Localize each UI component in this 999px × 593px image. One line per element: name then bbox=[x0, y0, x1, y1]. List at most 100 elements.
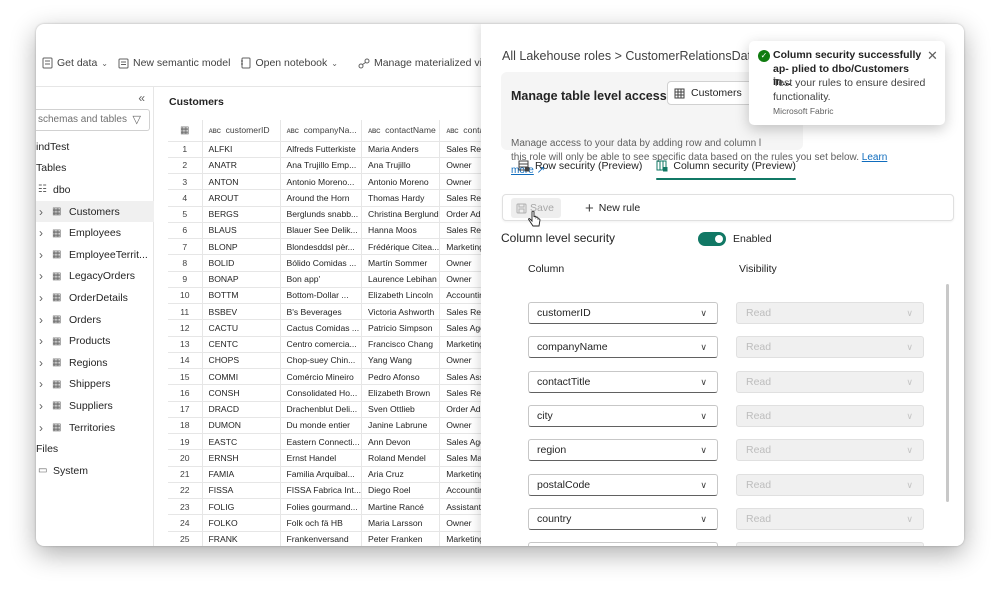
chevron-right-icon[interactable]: › bbox=[39, 269, 43, 283]
column-rule-row: contactTitle ∨ Read ∨ bbox=[502, 358, 947, 393]
tree-item[interactable]: › ▦ Regions bbox=[36, 352, 154, 374]
chevron-right-icon[interactable]: › bbox=[39, 226, 43, 240]
chevron-down-icon: ∨ bbox=[700, 342, 707, 353]
collapse-pane-icon[interactable]: « bbox=[138, 91, 145, 105]
new-semantic-model-button[interactable]: New semantic model bbox=[118, 57, 230, 69]
tree-item[interactable]: ▭ System bbox=[36, 460, 154, 482]
tree-item[interactable]: indTest bbox=[36, 136, 154, 158]
tree-item[interactable]: › ▦ LegacyOrders bbox=[36, 266, 154, 288]
notebook-icon bbox=[241, 57, 251, 69]
table-cell: Francisco Chang bbox=[361, 336, 441, 353]
table-cell: DRACD bbox=[202, 401, 281, 418]
chevron-right-icon[interactable]: › bbox=[39, 399, 43, 413]
table-cell: Centro comercia... bbox=[280, 336, 363, 353]
tab-column-security[interactable]: Column security (Preview) bbox=[656, 155, 796, 180]
row-number: 5 bbox=[168, 206, 203, 223]
filter-input[interactable]: schemas and tables ▽ bbox=[36, 109, 150, 131]
close-icon[interactable]: ✕ bbox=[927, 48, 938, 64]
column-select[interactable]: contactTitle ∨ bbox=[528, 370, 718, 393]
visibility-select[interactable]: Read∨ bbox=[736, 336, 924, 359]
table-cell: DUMON bbox=[202, 417, 281, 435]
column-header[interactable]: ABC companyNa... bbox=[280, 120, 363, 142]
column-header[interactable]: ABC contactName bbox=[361, 120, 441, 142]
open-notebook-button[interactable]: Open notebook ⌄ bbox=[240, 57, 338, 69]
tree-item[interactable]: › ▦ Territories bbox=[36, 417, 154, 439]
table-cell: Elizabeth Brown bbox=[361, 384, 441, 402]
tree-item-label: Tables bbox=[36, 162, 67, 175]
tree-item-label: Products bbox=[69, 335, 111, 348]
chevron-right-icon[interactable]: › bbox=[39, 205, 43, 219]
column-select[interactable]: companyName ∨ bbox=[528, 336, 718, 359]
materialized-views-icon bbox=[358, 58, 370, 68]
tree-item[interactable]: › ▦ Orders bbox=[36, 309, 154, 331]
table-cell: Folies gourmand... bbox=[280, 498, 363, 516]
chevron-right-icon[interactable]: › bbox=[39, 356, 43, 370]
column-select[interactable]: phone∨ bbox=[528, 542, 718, 546]
column-header[interactable]: ABC customerID bbox=[202, 120, 281, 142]
table-row: 20 ERNSH Ernst Handel Roland Mendel Sales Ma… bbox=[168, 449, 501, 467]
column-select[interactable]: postalCode ∨ bbox=[528, 473, 718, 496]
enabled-toggle[interactable] bbox=[698, 232, 726, 246]
table-row: 19 EASTC Eastern Connecti... Ann Devon Sales… bbox=[168, 433, 501, 451]
tree-item[interactable]: › ▦ OrderDetails bbox=[36, 287, 154, 309]
table-row: 17 DRACD Drachenblut Deli... Sven Ottlieb Or… bbox=[168, 401, 501, 418]
chevron-right-icon[interactable]: › bbox=[39, 291, 43, 305]
open-notebook-label: Open notebook bbox=[255, 57, 328, 69]
visibility-select[interactable]: Read∨ bbox=[736, 473, 924, 496]
table-cell: BLONP bbox=[202, 238, 281, 256]
chevron-right-icon[interactable]: › bbox=[39, 313, 43, 327]
filter-icon[interactable]: ▽ bbox=[133, 110, 141, 130]
tree-item[interactable]: › ▦ EmployeeTerrit... bbox=[36, 244, 154, 266]
new-rule-button[interactable]: + New rule bbox=[585, 198, 640, 218]
table-icon: ▦ bbox=[52, 400, 62, 412]
chevron-right-icon[interactable]: › bbox=[39, 421, 43, 435]
tree-item[interactable]: Tables bbox=[36, 158, 154, 180]
column-select[interactable]: city ∨ bbox=[528, 404, 718, 427]
plus-icon: + bbox=[585, 199, 594, 217]
tree-item[interactable]: › ▦ Customers bbox=[36, 200, 154, 223]
column-rule-row: postalCode ∨ Read ∨ bbox=[502, 461, 947, 496]
tab-row-security[interactable]: Row security (Preview) bbox=[518, 155, 642, 177]
table-cell: Elizabeth Lincoln bbox=[361, 287, 441, 305]
chevron-down-icon: ⌄ bbox=[331, 58, 338, 68]
tree-item[interactable]: › ▦ Suppliers bbox=[36, 395, 154, 417]
visibility-select[interactable]: Read∨ bbox=[736, 370, 924, 393]
table-row: 1 ALFKI Alfreds Futterkiste Maria Anders Sal… bbox=[168, 141, 501, 158]
row-number: 7 bbox=[168, 238, 203, 256]
row-number: 24 bbox=[168, 514, 203, 532]
tree-item[interactable]: › ▦ Products bbox=[36, 330, 154, 352]
tree-item[interactable]: Files bbox=[36, 438, 154, 460]
table-row: 21 FAMIA Familia Arquibal... Aria Cruz Marke… bbox=[168, 466, 501, 483]
column-header: Column bbox=[528, 263, 565, 275]
visibility-select[interactable]: Read∨ bbox=[736, 302, 924, 324]
tree-item[interactable]: ☷ dbo bbox=[36, 179, 154, 201]
enabled-toggle-label: Enabled bbox=[733, 233, 772, 245]
rules-scrollbar[interactable] bbox=[946, 284, 949, 502]
chevron-right-icon[interactable]: › bbox=[39, 248, 43, 262]
tree-item-label: dbo bbox=[53, 183, 71, 196]
tree-item[interactable]: › ▦ Shippers bbox=[36, 374, 154, 396]
chevron-down-icon: ∨ bbox=[906, 479, 913, 490]
table-cell: Folk och fä HB bbox=[280, 514, 363, 532]
chevron-down-icon: ∨ bbox=[906, 308, 913, 318]
security-tabs: Row security (Preview) Column security (… bbox=[518, 155, 796, 180]
get-data-button[interactable]: Get data ⌄ bbox=[42, 57, 108, 69]
table-row: 5 BERGS Berglunds snabb... Christina Berglu… bbox=[168, 206, 501, 223]
chevron-right-icon[interactable]: › bbox=[39, 334, 43, 348]
chevron-right-icon[interactable]: › bbox=[39, 377, 43, 391]
row-number: 9 bbox=[168, 271, 203, 288]
mouse-cursor-icon bbox=[528, 211, 541, 227]
column-select[interactable]: customerID ∨ bbox=[528, 302, 718, 324]
visibility-select[interactable]: Read∨ bbox=[736, 439, 924, 462]
visibility-select[interactable]: Read∨ bbox=[736, 404, 924, 427]
row-number: 11 bbox=[168, 303, 203, 321]
row-number: 3 bbox=[168, 173, 203, 191]
visibility-select[interactable]: Read∨ bbox=[736, 542, 924, 546]
visibility-select[interactable]: Read∨ bbox=[736, 507, 924, 530]
tree-item[interactable]: › ▦ Employees bbox=[36, 222, 154, 244]
column-select[interactable]: region ∨ bbox=[528, 439, 718, 462]
column-select[interactable]: country ∨ bbox=[528, 507, 718, 530]
column-rule-row: companyName ∨ Read ∨ bbox=[502, 323, 947, 359]
table-cell: FISSA bbox=[202, 482, 281, 500]
row-number: 22 bbox=[168, 482, 203, 500]
